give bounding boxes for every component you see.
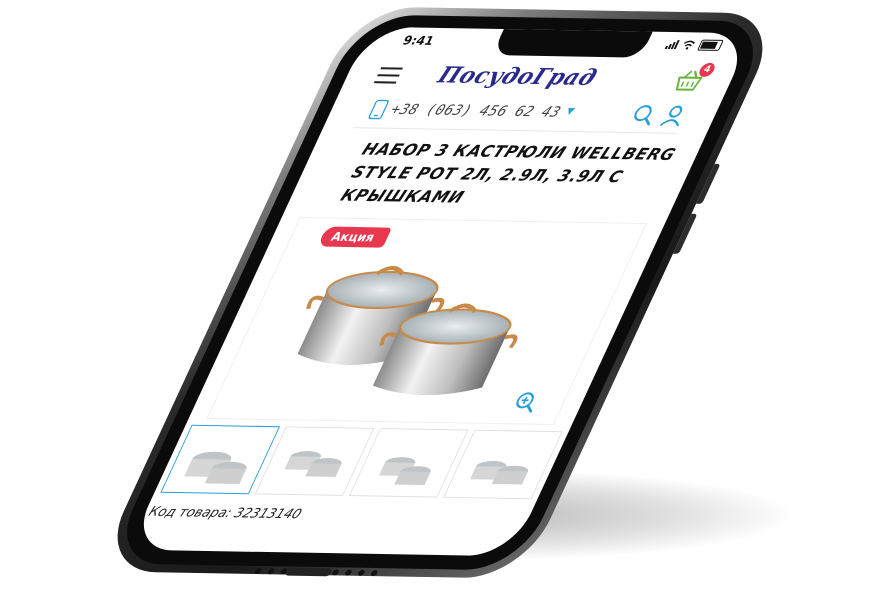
sale-badge: Акция <box>317 226 393 248</box>
status-icons <box>664 39 724 51</box>
user-icon[interactable] <box>658 104 690 127</box>
cart-button[interactable]: 4 <box>670 62 718 92</box>
phone-number[interactable]: +38 (063) 456 62 43 <box>388 102 564 121</box>
battery-icon <box>696 39 724 51</box>
cart-count-badge: 4 <box>696 62 718 78</box>
product-code: Код товара: 32313140 <box>146 505 304 523</box>
product-image-area[interactable]: Акция <box>206 216 648 426</box>
signal-icon <box>664 40 680 50</box>
wifi-icon <box>684 40 695 50</box>
status-time: 9:41 <box>400 33 437 48</box>
thumbnail-strip <box>154 424 568 500</box>
menu-icon[interactable] <box>373 67 404 84</box>
site-header: ПосудоГрад 4 <box>339 53 740 100</box>
notch <box>491 27 654 58</box>
chevron-down-icon[interactable]: ▼ <box>564 107 575 117</box>
product-title: Набор 3 кастрюли Wellberg Style Pot 2л, … <box>337 139 680 207</box>
product-code-value: 32313140 <box>231 506 304 523</box>
contact-bar: +38 (063) 456 62 43 ▼ <box>325 95 722 132</box>
search-icon[interactable] <box>628 104 660 126</box>
site-logo[interactable]: ПосудоГрад <box>433 62 601 91</box>
screen: 9:41 ПосудоГрад 4 +38 (063) 456 62 43 ▼ … <box>128 26 753 557</box>
charging-port <box>284 567 334 577</box>
product-code-label: Код товара: <box>145 504 235 522</box>
product-image <box>297 265 518 396</box>
phone-icon <box>368 99 389 120</box>
